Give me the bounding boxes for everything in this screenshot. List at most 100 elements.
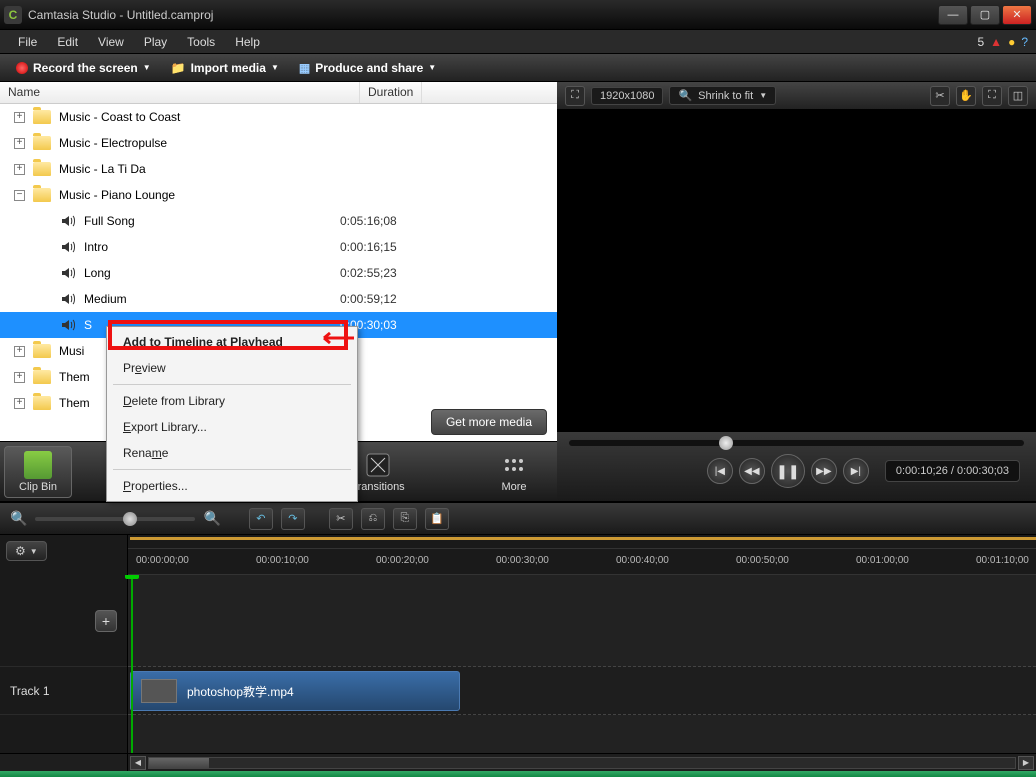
record-label: Record the screen [33,61,138,75]
col-duration[interactable]: Duration [360,82,422,103]
paste-button[interactable]: 📋 [425,508,449,530]
clipbin-header: Name Duration [0,82,557,104]
maximize-button[interactable]: ▢ [970,5,1000,25]
undo-button[interactable]: ↶ [249,508,273,530]
import-button[interactable]: 📁 Import media ▼ [163,58,287,78]
add-track-button[interactable]: + [95,610,117,632]
main-toolbar: Record the screen ▼ 📁 Import media ▼ ▦ P… [0,54,1036,82]
preview-toolbar: ⛶ 1920x1080 🔍Shrink to fit▼ ✂ ✋ ⛶ ◫ [557,82,1036,110]
track-duration: 0:00:16;15 [340,240,397,254]
window-title: Camtasia Studio - Untitled.camproj [28,8,938,22]
scroll-left-button[interactable]: ◀ [130,756,146,770]
zoom-thumb[interactable] [123,512,137,526]
audio-row[interactable]: Medium0:00:59;12 [0,286,557,312]
timeline: 🔍 🔍 ↶ ↷ ✂ ⎌ ⎘ 📋 ⚙▼ 00:00:00;0000:00:10;0… [0,501,1036,771]
track-options-button[interactable]: ⚙▼ [6,541,47,561]
cm-properties[interactable]: Properties... [109,473,355,499]
record-button[interactable]: Record the screen ▼ [8,58,159,78]
menu-file[interactable]: File [8,32,47,52]
zoom-text: Shrink to fit [698,90,753,102]
audio-row[interactable]: Full Song0:05:16;08 [0,208,557,234]
seek-bar[interactable] [569,440,1024,446]
speaker-icon [60,265,76,281]
more-tab[interactable]: More [480,447,548,497]
next-button[interactable]: ▶| [843,458,869,484]
zoom-in-icon[interactable]: 🔍 [203,510,220,527]
step-back-button[interactable]: ◀◀ [739,458,765,484]
chevron-down-icon: ▼ [428,63,436,72]
cm-rename[interactable]: Rename [109,440,355,466]
menu-view[interactable]: View [88,32,134,52]
bulb-icon[interactable]: ● [1008,35,1015,49]
audio-row[interactable]: Long0:02:55;23 [0,260,557,286]
folder-row[interactable]: +Music - Electropulse [0,130,557,156]
track-duration: 0:02:55;23 [340,266,397,280]
cm-export[interactable]: Export Library... [109,414,355,440]
timeline-ruler[interactable]: 00:00:00;0000:00:10;0000:00:20;0000:00:3… [128,535,1036,575]
track-head-1[interactable]: Track 1 [0,667,127,715]
redo-button[interactable]: ↷ [281,508,305,530]
zoom-out-icon[interactable]: 🔍 [10,510,27,527]
scroll-thumb[interactable] [149,758,209,768]
fullscreen-icon[interactable]: ⛶ [982,86,1002,106]
timeline-clip[interactable]: photoshop教学.mp4 [130,671,460,711]
scroll-track[interactable] [148,757,1016,769]
chevron-down-icon: ▼ [271,63,279,72]
cut-button[interactable]: ✂ [329,508,353,530]
expand-icon[interactable]: + [14,398,25,409]
play-pause-button[interactable]: ❚❚ [771,454,805,488]
expand-icon[interactable]: + [14,372,25,383]
effects-tab[interactable] [412,453,480,491]
folder-icon [33,162,51,176]
zoom-field[interactable]: 🔍Shrink to fit▼ [669,86,776,105]
get-more-media-button[interactable]: Get more media [431,409,547,435]
seek-thumb[interactable] [719,436,733,450]
bell-icon[interactable]: ▲ [990,35,1002,49]
detach-icon[interactable]: ◫ [1008,86,1028,106]
scroll-right-button[interactable]: ▶ [1018,756,1034,770]
preview-controls: |◀ ◀◀ ❚❚ ▶▶ ▶| 0:00:10;26 / 0:00:30;03 [557,431,1036,501]
produce-button[interactable]: ▦ Produce and share ▼ [291,58,444,78]
app-icon: C [4,6,22,24]
menu-help[interactable]: Help [225,32,270,52]
expand-icon[interactable]: + [14,112,25,123]
tab-label: Clip Bin [19,481,57,493]
col-name[interactable]: Name [0,82,360,103]
folder-row[interactable]: +Music - La Ti Da [0,156,557,182]
menu-play[interactable]: Play [134,32,177,52]
cm-add-to-timeline[interactable]: Add to Timeline at Playhead [109,329,355,355]
zoom-slider[interactable] [35,517,195,521]
collapse-icon[interactable]: − [14,190,25,201]
expand-icon[interactable]: + [14,346,25,357]
folder-icon [33,370,51,384]
lane-empty[interactable] [128,575,1036,667]
cm-preview[interactable]: Preview [109,355,355,381]
resize-icon[interactable]: ⛶ [565,86,585,106]
clip-bin-tab[interactable]: Clip Bin [4,446,72,498]
resolution-field[interactable]: 1920x1080 [591,87,663,105]
copy-button[interactable]: ⎘ [393,508,417,530]
folder-row[interactable]: +Music - Coast to Coast [0,104,557,130]
help-icon[interactable]: ? [1021,35,1028,49]
step-fwd-button[interactable]: ▶▶ [811,458,837,484]
clip-bin-icon [24,451,52,479]
prev-button[interactable]: |◀ [707,458,733,484]
folder-icon [33,136,51,150]
menu-edit[interactable]: Edit [47,32,88,52]
hand-icon[interactable]: ✋ [956,86,976,106]
cm-delete[interactable]: Delete from Library [109,388,355,414]
playhead[interactable] [131,575,133,753]
menu-tools[interactable]: Tools [177,32,225,52]
crop-icon[interactable]: ✂ [930,86,950,106]
minimize-button[interactable]: — [938,5,968,25]
close-button[interactable]: ✕ [1002,5,1032,25]
audio-row[interactable]: Intro0:00:16;15 [0,234,557,260]
folder-row[interactable]: −Music - Piano Lounge [0,182,557,208]
timeline-scrollbar[interactable]: ◀ ▶ [128,754,1036,771]
expand-icon[interactable]: + [14,164,25,175]
track-lanes[interactable]: photoshop教学.mp4 [128,575,1036,753]
split-button[interactable]: ⎌ [361,508,385,530]
folder-icon [33,188,51,202]
preview-canvas[interactable] [557,110,1036,431]
expand-icon[interactable]: + [14,138,25,149]
